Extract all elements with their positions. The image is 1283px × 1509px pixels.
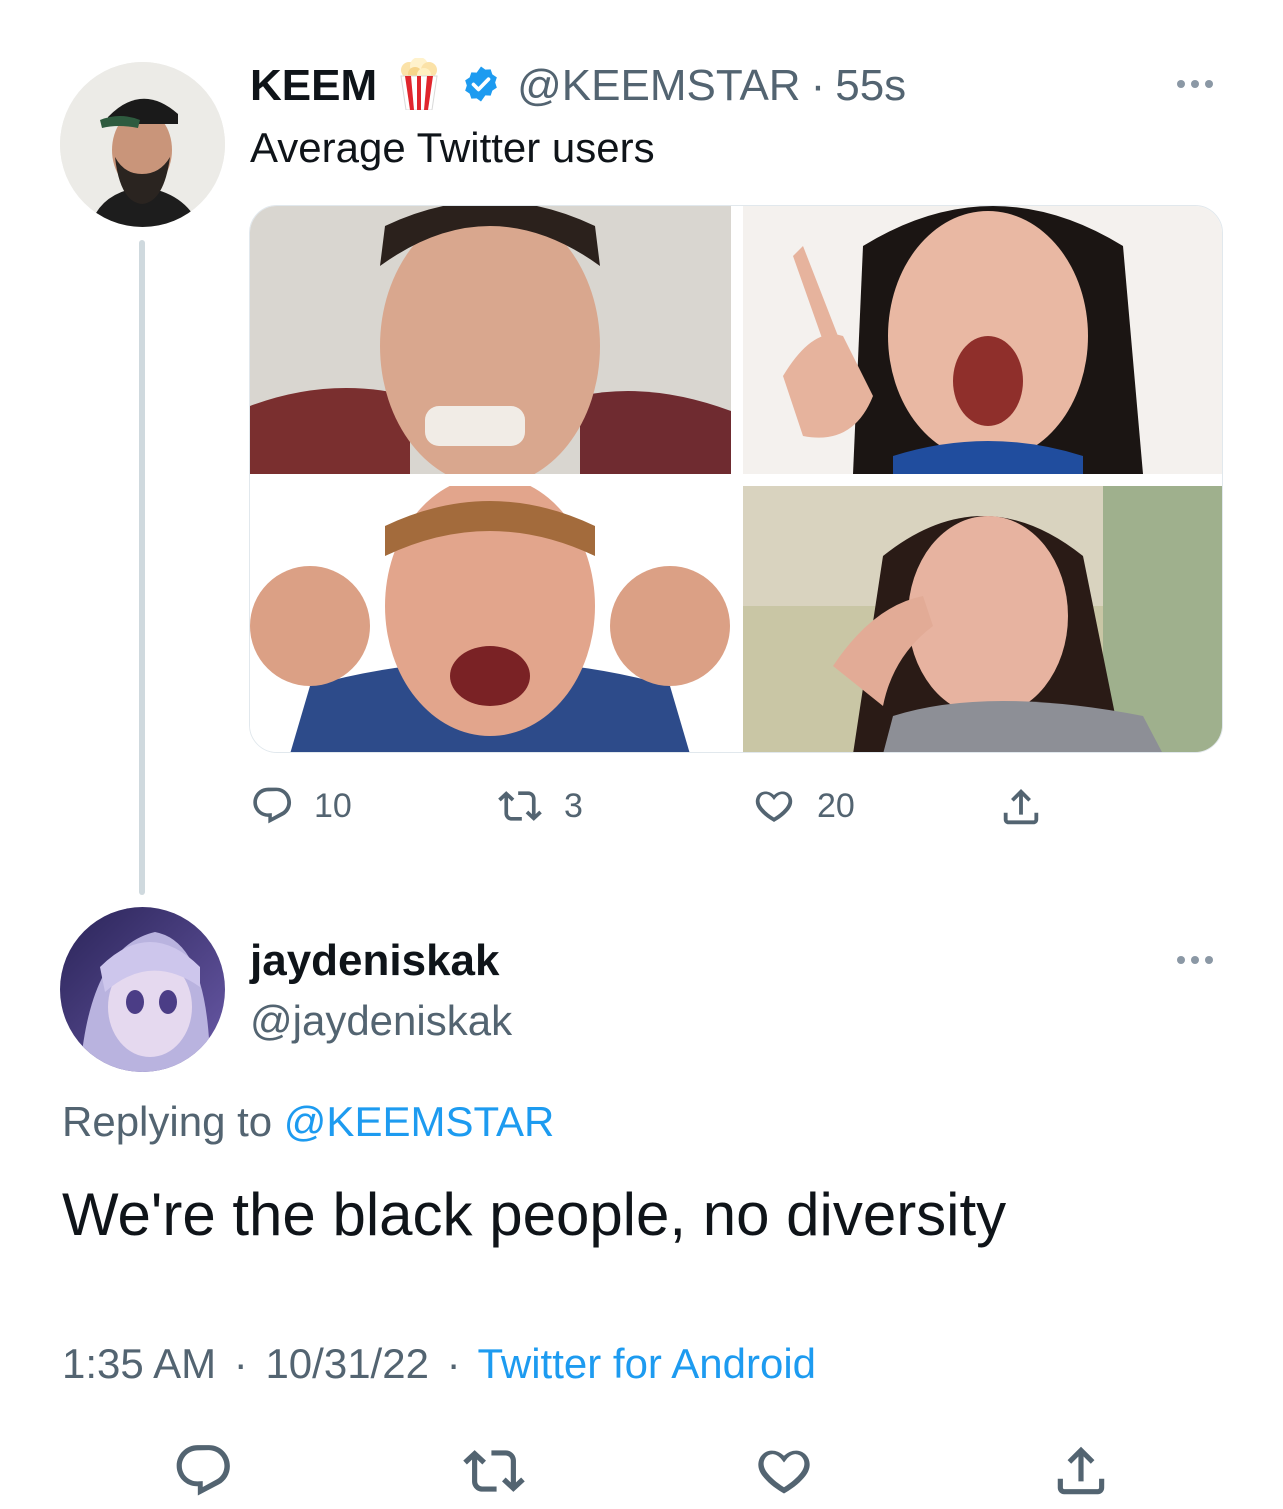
reply-icon bbox=[176, 1445, 230, 1496]
popcorn-icon bbox=[395, 56, 443, 115]
share-action[interactable] bbox=[998, 784, 1044, 830]
reply-action-retweet[interactable] bbox=[461, 1440, 527, 1507]
share-icon bbox=[1057, 1446, 1105, 1495]
media-photo-1[interactable] bbox=[250, 206, 731, 474]
retweet-icon bbox=[463, 1450, 525, 1492]
reply-sep-2: · bbox=[446, 1340, 461, 1387]
reply-action-reply[interactable] bbox=[172, 1440, 234, 1507]
reply-time[interactable]: 1:35 AM bbox=[62, 1340, 216, 1387]
reply-handle[interactable]: @jaydeniskak bbox=[250, 997, 512, 1045]
reply-icon bbox=[253, 787, 292, 824]
like-icon bbox=[758, 1450, 810, 1494]
tweet-separator: · bbox=[810, 61, 826, 110]
tweet-age[interactable]: 55s bbox=[835, 61, 906, 111]
reply-sep-1: · bbox=[233, 1340, 248, 1387]
reply-action[interactable]: 10 bbox=[250, 784, 352, 828]
more-icon[interactable] bbox=[1177, 80, 1213, 88]
keem-avatar-image bbox=[60, 62, 225, 227]
jaydeniskak-avatar[interactable] bbox=[60, 907, 225, 1072]
reply-source[interactable]: Twitter for Android bbox=[478, 1340, 816, 1387]
tweet-handle[interactable]: @KEEMSTAR bbox=[517, 61, 800, 111]
media-photo-4[interactable] bbox=[743, 486, 1222, 752]
tweet-text: Average Twitter users bbox=[250, 124, 655, 171]
retweet-count: 3 bbox=[564, 786, 583, 825]
keem-avatar[interactable] bbox=[60, 62, 225, 227]
reply-action-share[interactable] bbox=[1050, 1440, 1112, 1507]
reply-more-icon[interactable] bbox=[1177, 956, 1213, 964]
media-photo-2[interactable] bbox=[743, 206, 1222, 474]
retweet-icon bbox=[498, 791, 542, 821]
reply-action-like[interactable] bbox=[752, 1440, 816, 1507]
reply-count: 10 bbox=[314, 786, 352, 825]
tweet-display-name[interactable]: KEEM bbox=[250, 61, 377, 111]
replying-to-link[interactable]: @KEEMSTAR bbox=[284, 1098, 555, 1145]
media-photo-3[interactable] bbox=[250, 486, 731, 752]
reply-text: We're the black people, no diversity bbox=[62, 1181, 1007, 1248]
like-icon bbox=[755, 791, 793, 822]
verified-badge-icon bbox=[461, 64, 501, 109]
tweet-media-grid[interactable] bbox=[249, 205, 1223, 753]
like-action[interactable]: 20 bbox=[751, 784, 855, 828]
jaydeniskak-avatar-image bbox=[60, 907, 225, 1072]
reply-date[interactable]: 10/31/22 bbox=[265, 1340, 429, 1387]
replying-to-label: Replying to bbox=[62, 1098, 273, 1145]
like-count: 20 bbox=[817, 786, 855, 825]
reply-display-name[interactable]: jaydeniskak bbox=[250, 936, 500, 986]
retweet-action[interactable]: 3 bbox=[496, 784, 583, 828]
thread-line bbox=[139, 240, 145, 895]
share-icon bbox=[1003, 788, 1039, 825]
